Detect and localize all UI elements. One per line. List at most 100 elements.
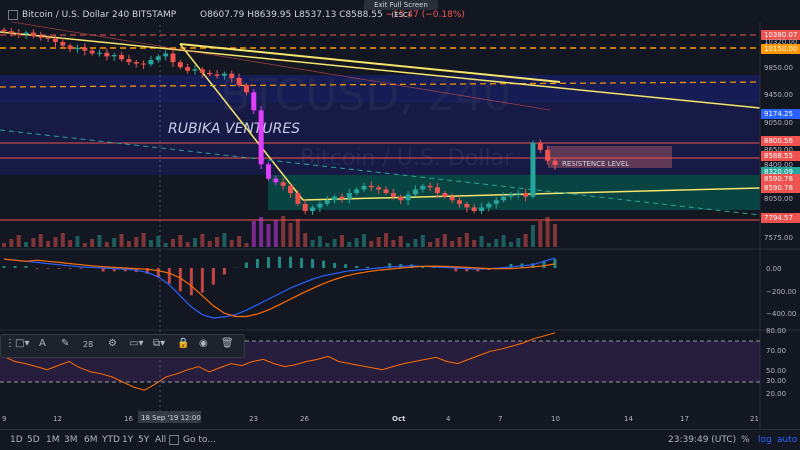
visibility-icon[interactable]: ◉: [199, 338, 208, 349]
volume-bar: [509, 242, 513, 247]
timeframe-5y[interactable]: 5Y: [138, 435, 149, 445]
candle: [420, 186, 425, 190]
price-axis-label: 7575.00: [764, 234, 793, 242]
candle: [90, 51, 95, 54]
rsi-axis-label: 20.00: [766, 390, 786, 398]
volume-bar: [215, 237, 219, 247]
candle: [222, 74, 227, 76]
timeframe-1m[interactable]: 1M: [46, 435, 60, 445]
timeframe-1d[interactable]: 1D: [10, 435, 23, 445]
volume-bar: [17, 235, 21, 247]
rsi-axis-label: 30.00: [766, 377, 786, 385]
macd-histogram-bar: [179, 268, 182, 291]
volume-bar: [112, 238, 116, 247]
candle: [376, 187, 381, 189]
timeframe-3m[interactable]: 3M: [64, 435, 78, 445]
volume-bar: [487, 243, 491, 247]
clone-icon[interactable]: ⧉▾: [153, 338, 165, 349]
candle: [295, 193, 300, 204]
price-axis-label: 8050.00: [764, 195, 793, 203]
macd-histogram-bar: [344, 264, 347, 268]
macd-histogram-bar: [190, 268, 193, 295]
volume-bar: [200, 234, 204, 247]
ohlc-readout: O8607.79 H8639.95 L8537.13 C8588.55 −15.…: [200, 10, 465, 20]
time-axis-label: 4: [446, 415, 451, 423]
price-axis-label: 9174.25: [764, 110, 793, 118]
candle: [229, 74, 234, 78]
candle: [354, 189, 359, 193]
volume-bar: [83, 243, 87, 247]
timeframe-6m[interactable]: 6M: [84, 435, 98, 445]
price-axis-label: 8800.56: [764, 137, 793, 145]
candle: [479, 207, 484, 211]
volume-bar: [120, 234, 124, 247]
select-icon[interactable]: □▾: [15, 338, 29, 349]
timeframe-5d[interactable]: 5D: [27, 435, 40, 445]
symbol-title[interactable]: Bitcoin / U.S. Dollar 240 BITSTAMP: [22, 10, 176, 20]
macd-histogram-bar: [355, 266, 358, 268]
candle: [530, 143, 535, 197]
volume-bar: [311, 240, 315, 247]
text-color-icon[interactable]: A: [39, 338, 46, 349]
drag-handle-icon[interactable]: ⋮: [5, 338, 15, 349]
rsi-axis-label: 50.00: [766, 367, 786, 375]
price-chart[interactable]: BTCUSD, 240 Bitcoin / U.S. Dollar RUBIKA…: [0, 0, 800, 449]
volume-bar: [340, 235, 344, 247]
candle: [38, 36, 43, 37]
volume-bar: [333, 239, 337, 247]
candle: [450, 197, 455, 201]
volume-bar: [68, 240, 72, 247]
goto-button[interactable]: Go to...: [183, 435, 216, 445]
volume-bar: [274, 220, 278, 247]
timeframe-ytd[interactable]: YTD: [102, 435, 120, 445]
lock-icon[interactable]: 🔒: [177, 338, 189, 349]
candle: [53, 38, 58, 42]
fullscreen-hint[interactable]: Exit Full Screen (ESC): [364, 0, 438, 10]
candle: [237, 78, 242, 85]
volume-bar: [531, 225, 535, 247]
candle: [508, 194, 513, 196]
teal-zone: [268, 175, 760, 210]
size-select[interactable]: 28: [83, 340, 93, 349]
candle: [273, 179, 278, 183]
line-color-icon[interactable]: ✎: [61, 338, 69, 349]
volume-bar: [281, 216, 285, 247]
delete-icon[interactable]: 🗑: [221, 338, 234, 349]
candle: [428, 186, 433, 187]
candle: [457, 200, 462, 204]
candle: [442, 193, 447, 197]
candle: [501, 197, 506, 201]
candle: [361, 186, 366, 190]
time-axis-label: 26: [300, 415, 309, 423]
template-icon[interactable]: ▭▾: [129, 338, 143, 349]
price-axis-label: 9450.00: [764, 91, 793, 99]
macd-histogram-bar: [554, 259, 557, 268]
log-toggle[interactable]: log: [758, 435, 772, 445]
volume-bar: [149, 240, 153, 247]
volume-bar: [347, 242, 351, 247]
candle: [413, 189, 418, 194]
candle: [398, 197, 403, 201]
volume-bar: [472, 240, 476, 247]
percent-toggle[interactable]: %: [741, 435, 750, 445]
candle: [104, 53, 109, 57]
candle: [553, 161, 558, 165]
timeframe-all[interactable]: All: [155, 435, 166, 445]
time-axis-label: 17: [680, 415, 689, 423]
candle: [148, 60, 153, 64]
timeframe-1y[interactable]: 1Y: [122, 435, 133, 445]
volume-bar: [98, 235, 102, 247]
settings-icon[interactable]: ⚙: [108, 338, 117, 349]
candle: [259, 110, 264, 164]
volume-bar: [171, 239, 175, 247]
volume-bar: [355, 238, 359, 247]
clock[interactable]: 23:39:49 (UTC): [668, 435, 736, 445]
calendar-icon[interactable]: [169, 435, 179, 445]
macd-histogram-bar: [366, 267, 369, 268]
volume-bar: [289, 223, 293, 247]
hide-icon[interactable]: [8, 10, 18, 20]
candle: [538, 143, 543, 150]
auto-toggle[interactable]: auto: [777, 435, 797, 445]
candle: [281, 182, 286, 186]
candle: [2, 30, 7, 31]
